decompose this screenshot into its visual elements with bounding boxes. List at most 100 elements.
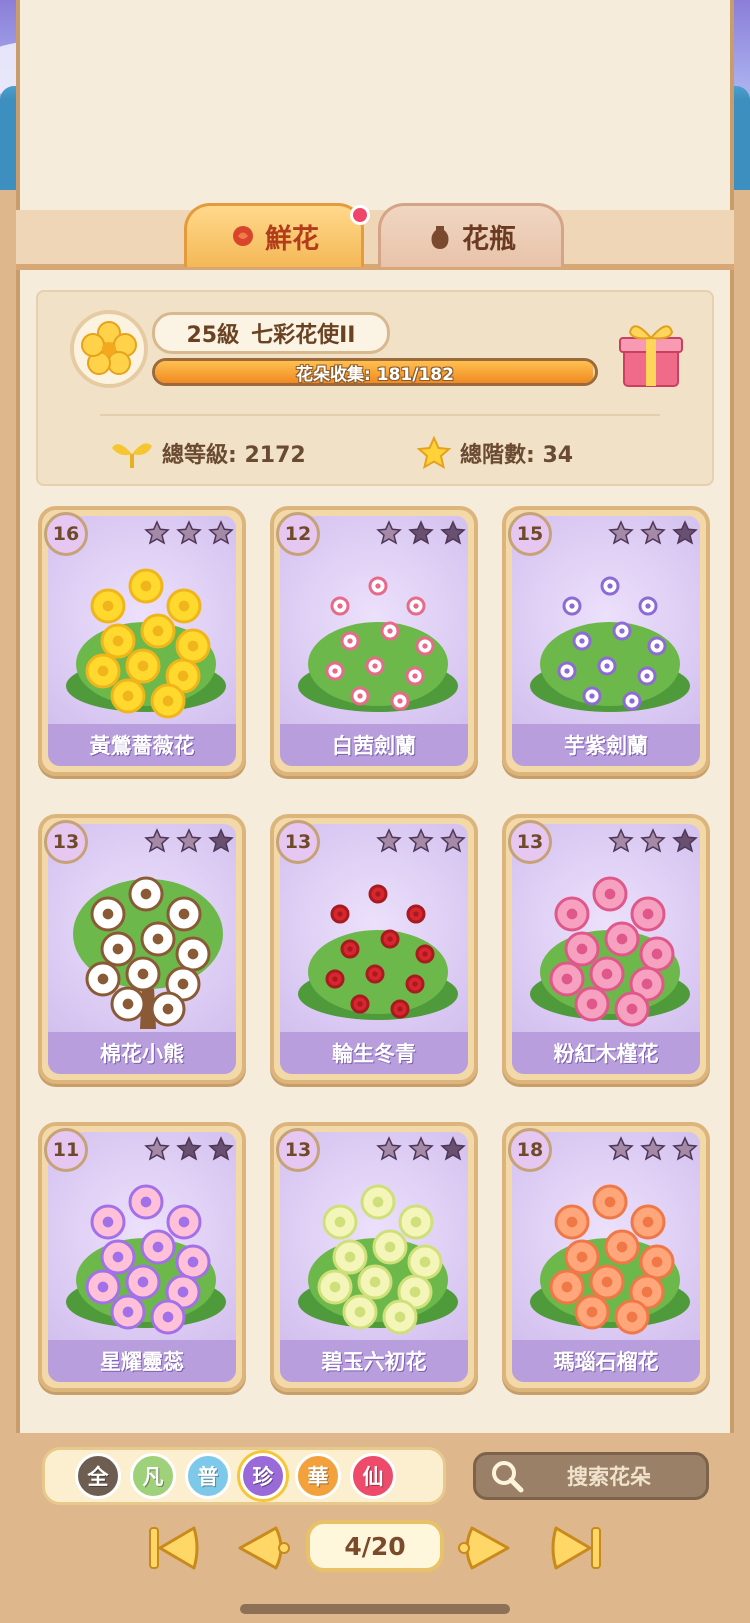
flower-illustration (48, 1162, 236, 1342)
star-empty-icon (672, 520, 698, 550)
star-filled-icon (408, 1136, 434, 1166)
flower-illustration (280, 1162, 468, 1342)
star-empty-icon (408, 520, 434, 550)
rarity-filter-1[interactable]: 凡 (130, 1453, 176, 1499)
star-empty-icon (208, 1136, 234, 1166)
star-empty-icon (672, 828, 698, 858)
flower-star-rating (376, 828, 466, 858)
star-filled-icon (640, 1136, 666, 1166)
next-page-icon (458, 1526, 510, 1570)
gift-button[interactable] (616, 314, 686, 390)
flower-card[interactable]: 輪生冬青 13 (270, 814, 478, 1084)
flower-card[interactable]: 碧玉六初花 13 (270, 1122, 478, 1392)
first-page-icon (149, 1526, 199, 1570)
star-filled-icon (176, 520, 202, 550)
flower-name: 粉紅木槿花 (512, 1032, 700, 1074)
rarity-filter-5[interactable]: 仙 (350, 1453, 396, 1499)
flower-illustration (512, 546, 700, 726)
flower-illustration (512, 854, 700, 1034)
flower-name: 瑪瑙石榴花 (512, 1340, 700, 1382)
flower-level-badge: 12 (276, 512, 320, 556)
flower-level-badge: 13 (276, 820, 320, 864)
tab-vases-label: 花瓶 (462, 224, 516, 255)
sprout-icon (112, 443, 152, 468)
flower-level-badge: 18 (508, 1128, 552, 1172)
flower-level-badge: 15 (508, 512, 552, 556)
flower-name: 白茜劍蘭 (280, 724, 468, 766)
last-page-button[interactable] (548, 1522, 604, 1574)
card-background: 黃鶯薔薇花 (48, 516, 236, 766)
card-background: 白茜劍蘭 (280, 516, 468, 766)
flower-card[interactable]: 黃鶯薔薇花 16 (38, 506, 246, 776)
flower-name: 星耀靈蕊 (48, 1340, 236, 1382)
total-stars-label: 總階數: 34 (460, 443, 574, 468)
home-indicator (240, 1604, 510, 1614)
flower-level-badge: 13 (44, 820, 88, 864)
rank-title: 七彩花使II (251, 323, 356, 348)
card-background: 棉花小熊 (48, 824, 236, 1074)
flower-card[interactable]: 粉紅木槿花 13 (502, 814, 710, 1084)
flower-star-rating (144, 828, 234, 858)
flower-card[interactable]: 芋紫劍蘭 15 (502, 506, 710, 776)
flower-card[interactable]: 棉花小熊 13 (38, 814, 246, 1084)
last-page-icon (551, 1526, 601, 1570)
flower-star-rating (608, 520, 698, 550)
star-filled-icon (608, 520, 634, 550)
flower-card[interactable]: 星耀靈蕊 11 (38, 1122, 246, 1392)
star-filled-icon (144, 828, 170, 858)
next-page-button[interactable] (456, 1522, 512, 1574)
flower-illustration (48, 546, 236, 726)
total-level-stat: 總等級: 2172 (110, 436, 306, 470)
card-background: 瑪瑙石榴花 (512, 1132, 700, 1382)
flower-name: 碧玉六初花 (280, 1340, 468, 1382)
flower-card[interactable]: 白茜劍蘭 12 (270, 506, 478, 776)
rarity-filter-4[interactable]: 華 (295, 1453, 341, 1499)
star-icon (416, 436, 452, 470)
star-filled-icon (640, 828, 666, 858)
card-background: 碧玉六初花 (280, 1132, 468, 1382)
flower-star-rating (144, 1136, 234, 1166)
card-background: 芋紫劍蘭 (512, 516, 700, 766)
vase-icon (431, 225, 449, 249)
rarity-filter-3[interactable]: 珍 (240, 1453, 286, 1499)
flower-badge-icon (81, 321, 137, 375)
tab-flowers[interactable]: 鮮花 (184, 203, 364, 267)
flower-level-badge: 11 (44, 1128, 88, 1172)
flower-illustration (280, 546, 468, 726)
rank-badge (70, 310, 148, 388)
star-empty-icon (208, 828, 234, 858)
prev-page-button[interactable] (236, 1522, 292, 1574)
search-placeholder: 搜索花朵 (567, 1465, 651, 1489)
flower-card[interactable]: 瑪瑙石榴花 18 (502, 1122, 710, 1392)
tab-rail (16, 210, 734, 270)
flower-name: 黃鶯薔薇花 (48, 724, 236, 766)
flower-name: 芋紫劍蘭 (512, 724, 700, 766)
gift-box-icon (619, 325, 683, 387)
star-filled-icon (608, 1136, 634, 1166)
collection-progress-text: 花朵收集: 181/182 (296, 364, 454, 385)
level-plate: 25級 七彩花使II (152, 312, 390, 354)
rarity-filter-0[interactable]: 全 (75, 1453, 121, 1499)
star-filled-icon (376, 828, 402, 858)
tab-vases[interactable]: 花瓶 (378, 203, 564, 267)
star-filled-icon (608, 828, 634, 858)
search-icon (492, 1461, 524, 1493)
flower-name: 輪生冬青 (280, 1032, 468, 1074)
first-page-button[interactable] (146, 1522, 202, 1574)
star-filled-icon (176, 828, 202, 858)
star-filled-icon (672, 1136, 698, 1166)
prev-page-icon (238, 1526, 290, 1570)
flower-illustration (280, 854, 468, 1034)
tab-flowers-label: 鮮花 (265, 224, 319, 255)
stats-divider (100, 414, 660, 416)
rarity-filter-2[interactable]: 普 (185, 1453, 231, 1499)
flower-star-rating (608, 1136, 698, 1166)
player-level: 25級 (186, 323, 240, 348)
flower-name: 棉花小熊 (48, 1032, 236, 1074)
flower-level-badge: 13 (508, 820, 552, 864)
card-background: 星耀靈蕊 (48, 1132, 236, 1382)
flower-star-rating (376, 1136, 466, 1166)
total-stars-stat: 總階數: 34 (416, 436, 573, 470)
flower-star-rating (608, 828, 698, 858)
search-button[interactable]: 搜索花朵 (473, 1452, 709, 1500)
